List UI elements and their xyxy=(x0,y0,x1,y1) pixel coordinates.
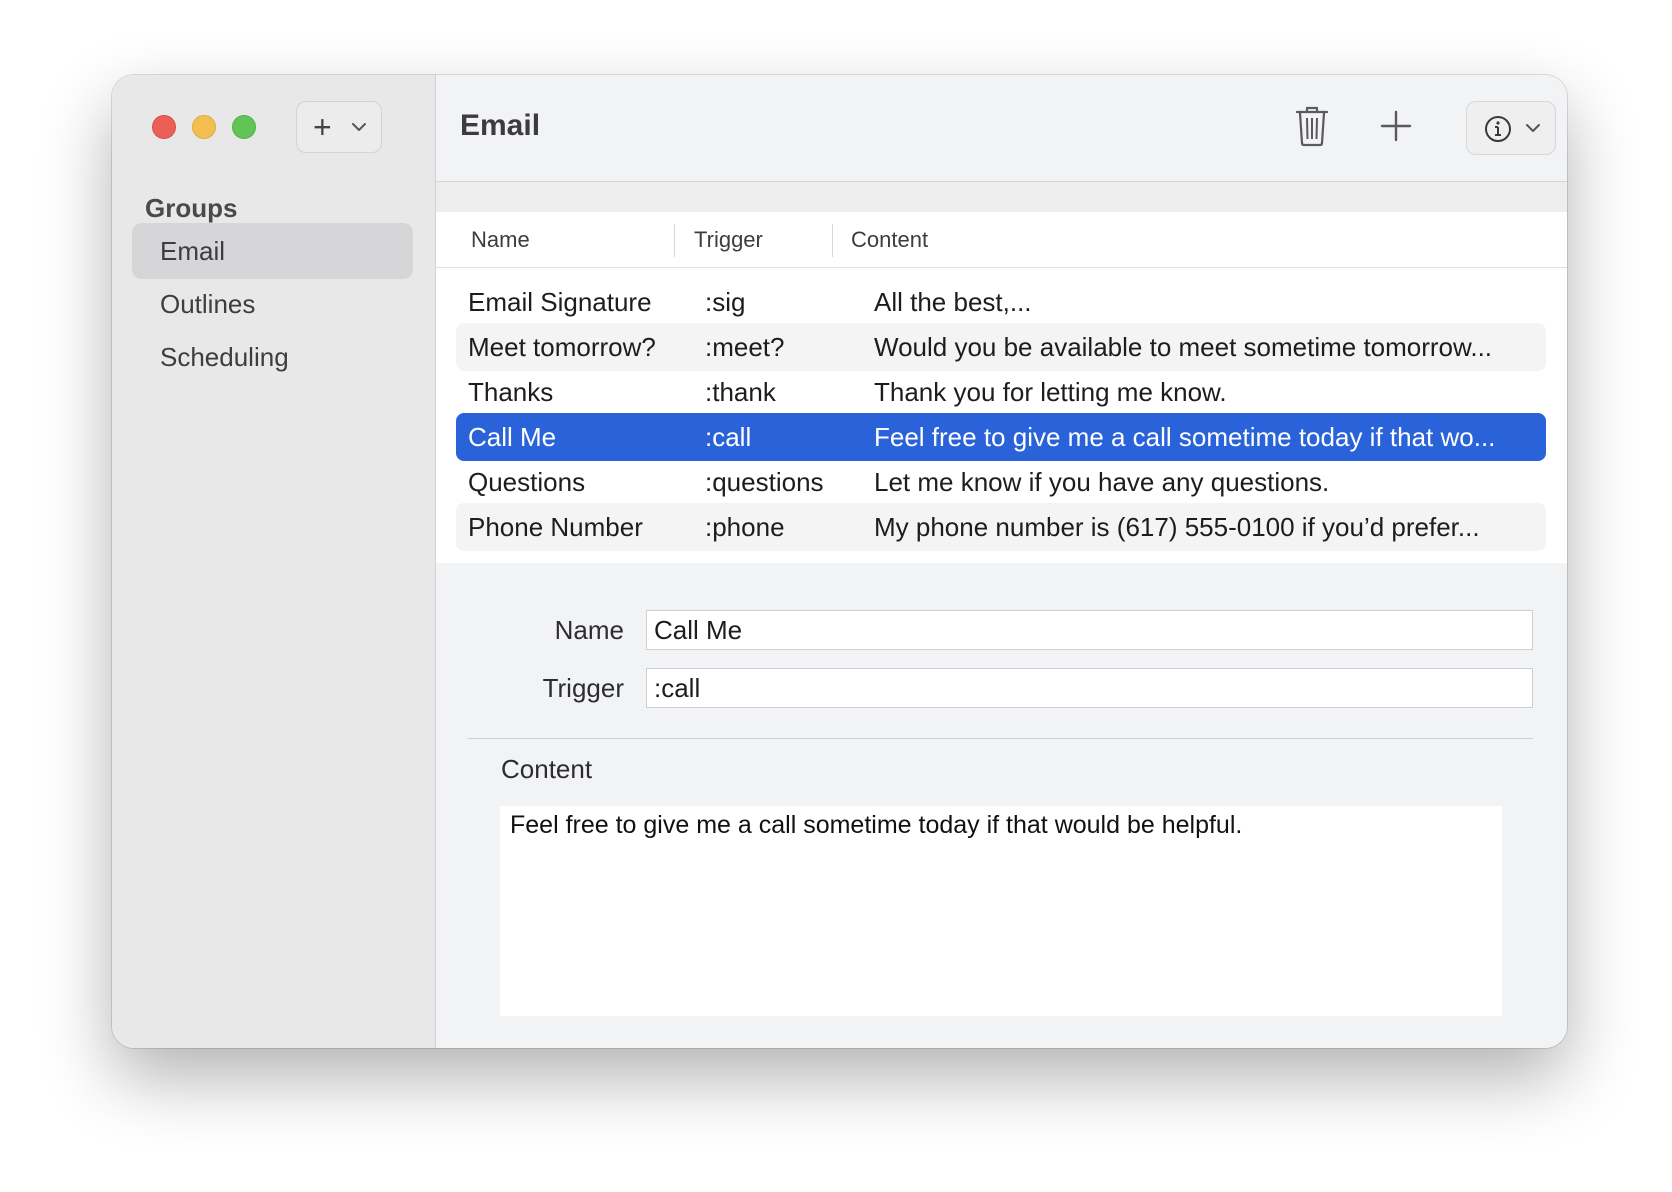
table-row[interactable]: Meet tomorrow? :meet? Would you be avail… xyxy=(456,323,1546,371)
close-window-button[interactable] xyxy=(152,115,176,139)
content-text-area[interactable]: Feel free to give me a call sometime tod… xyxy=(500,806,1502,1016)
cell-name: Thanks xyxy=(468,377,554,407)
cell-content: Let me know if you have any questions. xyxy=(874,467,1330,497)
sidebar-item-email[interactable]: Email xyxy=(132,223,413,279)
groups-heading: Groups xyxy=(145,193,238,223)
cell-name: Phone Number xyxy=(468,512,643,542)
cell-name: Email Signature xyxy=(468,287,652,317)
name-label: Name xyxy=(554,615,624,645)
column-header-content[interactable]: Content xyxy=(851,227,928,253)
trigger-label: Trigger xyxy=(542,673,624,703)
column-separator[interactable] xyxy=(674,224,675,257)
trash-icon xyxy=(1295,106,1329,147)
info-icon xyxy=(1485,116,1511,142)
cell-name: Questions xyxy=(468,467,586,497)
add-group-button[interactable]: + xyxy=(296,101,382,153)
cell-content: Feel free to give me a call sometime tod… xyxy=(874,422,1496,452)
cell-content: My phone number is (617) 555-0100 if you… xyxy=(874,512,1480,542)
detail-editor: Name Call Me Trigger :call Content Feel … xyxy=(436,563,1567,1048)
cell-trigger: :call xyxy=(705,422,752,452)
column-header-name[interactable]: Name xyxy=(471,227,530,253)
name-field[interactable]: Call Me xyxy=(646,610,1533,650)
delete-snippet-button[interactable] xyxy=(1294,105,1330,147)
table-row-selected[interactable]: Call Me :call Feel free to give me a cal… xyxy=(456,413,1546,461)
app-window: + Groups Email Outlines Scheduling Email xyxy=(112,75,1567,1048)
chevron-down-icon xyxy=(352,123,366,131)
cell-trigger: :questions xyxy=(705,467,824,497)
column-separator[interactable] xyxy=(832,224,833,257)
cell-name: Call Me xyxy=(468,422,557,452)
info-menu-button[interactable] xyxy=(1466,101,1556,155)
cell-content: All the best,... xyxy=(874,287,1032,317)
snippets-table: Name Trigger Content Email Signature :si… xyxy=(436,212,1567,563)
main-pane: Email Name Trigger Content Email Signatu… xyxy=(436,75,1567,1048)
minimize-window-button[interactable] xyxy=(192,115,216,139)
page-title: Email xyxy=(460,109,541,142)
zoom-window-button[interactable] xyxy=(232,115,256,139)
table-row[interactable]: Email Signature :sig All the best,... xyxy=(456,278,1546,326)
divider xyxy=(468,738,1533,739)
table-row[interactable]: Thanks :thank Thank you for letting me k… xyxy=(456,368,1546,416)
table-top-strip xyxy=(436,182,1567,212)
cell-trigger: :phone xyxy=(705,512,785,542)
table-header: Name Trigger Content xyxy=(436,212,1567,268)
cell-trigger: :sig xyxy=(705,287,746,317)
plus-icon: + xyxy=(313,109,332,145)
cell-trigger: :meet? xyxy=(705,332,785,362)
cell-content: Would you be available to meet sometime … xyxy=(874,332,1493,362)
cell-content: Thank you for letting me know. xyxy=(874,377,1227,407)
sidebar-item-label: Scheduling xyxy=(160,342,289,372)
sidebar-item-scheduling[interactable]: Scheduling xyxy=(132,329,413,385)
add-snippet-button[interactable] xyxy=(1378,108,1414,144)
chevron-down-icon xyxy=(1526,124,1540,132)
plus-icon xyxy=(1380,110,1412,142)
table-row[interactable]: Questions :questions Let me know if you … xyxy=(456,458,1546,506)
trigger-field[interactable]: :call xyxy=(646,668,1533,708)
sidebar-item-label: Outlines xyxy=(160,289,256,319)
sidebar-item-label: Email xyxy=(160,236,226,266)
sidebar: + Groups Email Outlines Scheduling xyxy=(112,75,436,1048)
content-label: Content xyxy=(501,754,593,784)
cell-name: Meet tomorrow? xyxy=(468,332,656,362)
sidebar-item-outlines[interactable]: Outlines xyxy=(132,276,413,332)
toolbar: Email xyxy=(436,75,1567,182)
table-row[interactable]: Phone Number :phone My phone number is (… xyxy=(456,503,1546,551)
column-header-trigger[interactable]: Trigger xyxy=(694,227,763,253)
cell-trigger: :thank xyxy=(705,377,776,407)
